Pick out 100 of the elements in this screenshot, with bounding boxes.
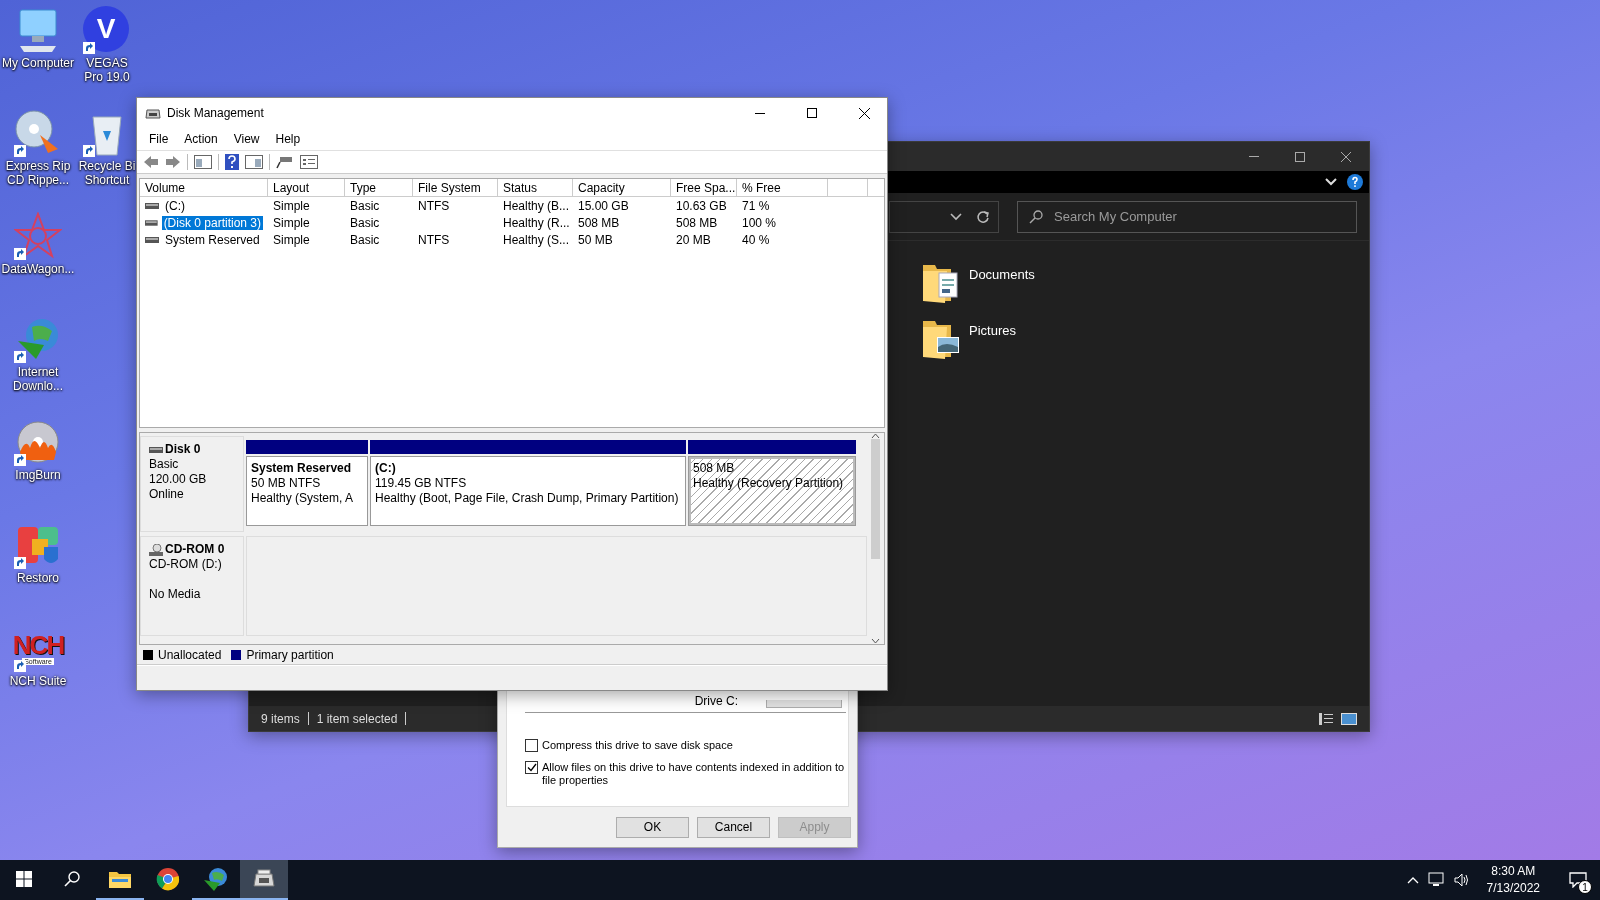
chevron-up-icon[interactable] bbox=[1406, 876, 1419, 884]
table-cell: 15.00 GB bbox=[578, 198, 629, 213]
help-icon[interactable] bbox=[225, 154, 239, 170]
scroll-up-icon[interactable] bbox=[871, 433, 880, 439]
table-cell[interactable]: (Disk 0 partition 3) bbox=[161, 215, 263, 230]
partition-title: (C:) bbox=[375, 461, 397, 476]
forward-arrow-icon[interactable] bbox=[165, 155, 181, 169]
column-header[interactable]: Layout bbox=[268, 179, 345, 196]
back-arrow-icon[interactable] bbox=[143, 155, 159, 169]
table-cell: Healthy (S... bbox=[503, 232, 570, 247]
desktop-icon-label[interactable]: ImgBurn bbox=[15, 468, 61, 482]
refresh-icon[interactable] bbox=[976, 209, 990, 224]
desktop-icon-label[interactable]: NCH Suite bbox=[9, 674, 67, 688]
checkbox[interactable] bbox=[525, 761, 538, 774]
desktop-icon-label[interactable]: Recycle Bi Shortcut bbox=[76, 159, 138, 187]
table-cell: NTFS bbox=[418, 198, 450, 213]
disk-name: CD-ROM 0 bbox=[149, 542, 235, 557]
notification-button[interactable]: 1 bbox=[1556, 860, 1600, 900]
checkbox[interactable] bbox=[525, 739, 538, 752]
burning-disc-icon bbox=[14, 418, 62, 466]
table-cell: Healthy (R... bbox=[503, 215, 570, 230]
column-header[interactable]: Status bbox=[498, 179, 573, 196]
partition-box[interactable]: 508 MB Healthy (Recovery Partition) bbox=[688, 456, 856, 526]
table-cell: Simple bbox=[273, 198, 310, 213]
panel-icon[interactable] bbox=[245, 155, 263, 169]
partition-detail: 119.45 GB NTFS bbox=[375, 476, 468, 491]
table-cell[interactable]: System Reserved bbox=[163, 232, 262, 247]
table-cell: 508 MB bbox=[578, 215, 620, 230]
menu-item[interactable]: View bbox=[225, 132, 268, 146]
table-cell: 71 % bbox=[742, 198, 770, 213]
legend-label: Unallocated bbox=[158, 647, 222, 662]
column-header[interactable]: Capacity bbox=[573, 179, 671, 196]
table-cell: 508 MB bbox=[676, 215, 718, 230]
disk-status: Online bbox=[149, 487, 185, 502]
desktop-icon-label[interactable]: Internet Downlo... bbox=[1, 365, 75, 393]
partition-box[interactable]: System Reserved 50 MB NTFS Healthy (System, A bbox=[246, 456, 368, 526]
drive-icon bbox=[145, 235, 159, 244]
desktop-icon-label[interactable]: DataWagon... bbox=[1, 262, 75, 276]
column-header[interactable]: Free Spa... bbox=[671, 179, 737, 196]
menu-item[interactable]: Help bbox=[267, 132, 309, 146]
menu-item[interactable]: File bbox=[141, 132, 177, 146]
desktop-icon-label[interactable]: Restoro bbox=[17, 571, 59, 585]
partition-title: System Reserved bbox=[251, 461, 353, 476]
minimize-icon bbox=[1249, 156, 1259, 157]
drive-icon bbox=[145, 201, 159, 210]
column-header[interactable]: % Free bbox=[737, 179, 828, 196]
vegas-logo: V bbox=[83, 6, 129, 52]
chevron-down-icon[interactable] bbox=[1325, 178, 1337, 186]
speaker-icon[interactable] bbox=[1452, 872, 1471, 888]
dialog-button[interactable]: Cancel bbox=[697, 816, 770, 838]
table-cell: Healthy (B... bbox=[503, 198, 570, 213]
chevron-down-icon[interactable] bbox=[950, 212, 962, 221]
disk-name: Disk 0 bbox=[149, 442, 235, 457]
desktop-icon-label[interactable]: My Computer bbox=[2, 56, 74, 70]
column-header[interactable]: File System bbox=[413, 179, 498, 196]
table-cell: Simple bbox=[273, 232, 310, 247]
column-header[interactable]: Volume bbox=[140, 179, 268, 196]
search-field[interactable]: Search My Computer bbox=[1017, 200, 1357, 233]
dialog-button[interactable]: OK bbox=[616, 816, 689, 838]
details-view-icon[interactable] bbox=[1319, 712, 1333, 725]
scroll-down-icon[interactable] bbox=[871, 638, 880, 644]
taskbar-button[interactable] bbox=[240, 860, 288, 900]
desktop-icon-label[interactable]: VEGAS Pro 19.0 bbox=[76, 56, 138, 84]
disk-drive-icon bbox=[252, 868, 276, 890]
disk-status: No Media bbox=[149, 587, 202, 602]
maximize-icon bbox=[807, 108, 817, 118]
disk-label-panel[interactable]: CD-ROM 0 CD-ROM (D:) No Media bbox=[140, 536, 244, 636]
partition-box[interactable]: (C:) 119.45 GB NTFS Healthy (Boot, Page File, Crash Dump, Primary Partition) bbox=[370, 456, 686, 526]
panel-icon[interactable] bbox=[194, 155, 212, 169]
disk-label-panel[interactable]: Disk 0 Basic 120.00 GB Online bbox=[140, 436, 244, 532]
large-icons-view-icon[interactable] bbox=[1341, 712, 1357, 725]
clock[interactable]: 8:30 AM 7/13/2022 bbox=[1478, 863, 1548, 897]
disk-size: 120.00 GB bbox=[149, 472, 208, 487]
network-icon[interactable] bbox=[1426, 872, 1445, 888]
table-cell: 100 % bbox=[742, 215, 777, 230]
desktop-icon-label[interactable]: Express Rip CD Rippe... bbox=[1, 159, 75, 187]
folder-name[interactable]: Pictures bbox=[969, 323, 1016, 338]
status-text: 1 item selected bbox=[316, 711, 398, 726]
close-icon bbox=[1341, 151, 1351, 162]
minimize-icon bbox=[755, 112, 765, 114]
folder-name[interactable]: Documents bbox=[969, 267, 1035, 282]
properties-icon[interactable] bbox=[300, 155, 318, 169]
close-icon bbox=[858, 107, 870, 119]
drive-label: Drive C: bbox=[694, 694, 738, 708]
column-header[interactable]: Type bbox=[345, 179, 413, 196]
disk-type: CD-ROM (D:) bbox=[149, 557, 223, 572]
table-cell: Basic bbox=[350, 232, 380, 247]
address-field[interactable] bbox=[889, 200, 999, 233]
menu-item[interactable]: Action bbox=[176, 132, 226, 146]
table-cell[interactable]: (C:) bbox=[163, 198, 187, 213]
table-cell: 50 MB bbox=[578, 232, 613, 247]
legend-label: Primary partition bbox=[246, 647, 334, 662]
partition-detail: 50 MB NTFS bbox=[251, 476, 322, 491]
checkbox-label: Compress this drive to save disk space bbox=[542, 739, 733, 752]
folder-icon bbox=[108, 869, 132, 889]
drive-icon bbox=[145, 218, 158, 227]
help-icon[interactable] bbox=[1347, 174, 1363, 190]
search-icon bbox=[64, 871, 80, 887]
globe-arrow-icon bbox=[203, 867, 229, 891]
table-cell: Simple bbox=[273, 215, 310, 230]
